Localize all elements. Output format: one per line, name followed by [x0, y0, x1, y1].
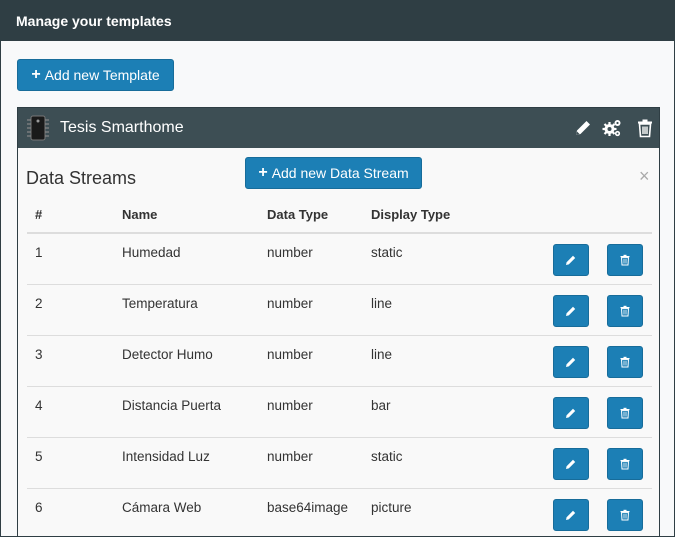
trash-icon: [620, 407, 630, 419]
row-display-type: line: [371, 347, 393, 362]
edit-row-button[interactable]: [553, 244, 589, 276]
datastreams-title: Data Streams: [26, 168, 137, 188]
chip-icon: [27, 115, 49, 141]
row-data-type: number: [267, 449, 313, 464]
template-header: Tesis Smarthome: [18, 108, 659, 148]
datastreams-section: Data Streams + Add new Data Stream × # N…: [18, 148, 659, 536]
table-row: 5 Intensidad Luz number static: [27, 437, 652, 488]
trash-icon: [620, 254, 630, 266]
row-data-type: number: [267, 398, 313, 413]
add-datastream-label: Add new Data Stream: [271, 165, 409, 181]
column-header-display-type: Display Type: [371, 207, 451, 222]
row-display-type: static: [371, 245, 403, 260]
page-title: Manage your templates: [1, 1, 674, 41]
delete-row-button[interactable]: [607, 295, 643, 327]
row-data-type: number: [267, 347, 313, 362]
row-name: Intensidad Luz: [122, 449, 210, 464]
delete-row-button[interactable]: [607, 499, 643, 531]
row-name: Distancia Puerta: [122, 398, 222, 413]
template-name: Tesis Smarthome: [60, 119, 184, 136]
delete-row-button[interactable]: [607, 397, 643, 429]
row-number: 4: [35, 398, 43, 413]
edit-row-button[interactable]: [553, 448, 589, 480]
trash-icon: [620, 458, 630, 470]
gears-icon[interactable]: [602, 118, 622, 138]
row-number: 5: [35, 449, 43, 464]
row-data-type: base64image: [267, 500, 349, 515]
pencil-icon: [566, 306, 576, 316]
add-template-label: Add new Template: [44, 67, 160, 83]
table-row: 1 Humedad number static: [27, 233, 652, 284]
row-data-type: number: [267, 245, 313, 260]
pencil-icon: [566, 510, 576, 520]
pencil-icon: [566, 459, 576, 469]
row-name: Humedad: [122, 245, 181, 260]
row-number: 2: [35, 296, 43, 311]
pencil-icon: [566, 255, 576, 265]
edit-row-button[interactable]: [553, 295, 589, 327]
row-name: Temperatura: [122, 296, 198, 311]
row-data-type: number: [267, 296, 313, 311]
row-number: 1: [35, 245, 43, 260]
edit-template-icon[interactable]: [573, 118, 593, 138]
add-datastream-button[interactable]: + Add new Data Stream: [245, 157, 422, 189]
trash-icon: [620, 356, 630, 368]
column-header-data-type: Data Type: [267, 207, 329, 222]
delete-row-button[interactable]: [607, 244, 643, 276]
edit-row-button[interactable]: [553, 499, 589, 531]
templates-page: Manage your templates + Add new Template…: [0, 0, 675, 537]
row-display-type: picture: [371, 500, 412, 515]
row-name: Cámara Web: [122, 500, 202, 515]
column-header-number: #: [35, 207, 43, 222]
column-header-name: Name: [122, 207, 158, 222]
table-row: 4 Distancia Puerta number bar: [27, 386, 652, 437]
close-icon[interactable]: ×: [639, 166, 650, 187]
add-template-button[interactable]: + Add new Template: [17, 59, 174, 91]
delete-template-icon[interactable]: [635, 118, 655, 138]
pencil-icon: [566, 357, 576, 367]
row-name: Detector Humo: [122, 347, 213, 362]
trash-icon: [620, 305, 630, 317]
table-row: 2 Temperatura number line: [27, 284, 652, 335]
row-number: 3: [35, 347, 43, 362]
plus-icon: +: [258, 164, 268, 181]
plus-icon: +: [31, 66, 41, 83]
row-display-type: line: [371, 296, 393, 311]
row-number: 6: [35, 500, 43, 515]
row-display-type: bar: [371, 398, 391, 413]
table-row: 3 Detector Humo number line: [27, 335, 652, 386]
table-row: 6 Cámara Web base64image picture: [27, 488, 652, 536]
edit-row-button[interactable]: [553, 346, 589, 378]
edit-row-button[interactable]: [553, 397, 589, 429]
delete-row-button[interactable]: [607, 448, 643, 480]
row-display-type: static: [371, 449, 403, 464]
pencil-icon: [566, 408, 576, 418]
template-panel: Tesis Smarthome Data Streams + Add new D…: [17, 107, 660, 536]
delete-row-button[interactable]: [607, 346, 643, 378]
trash-icon: [620, 509, 630, 521]
